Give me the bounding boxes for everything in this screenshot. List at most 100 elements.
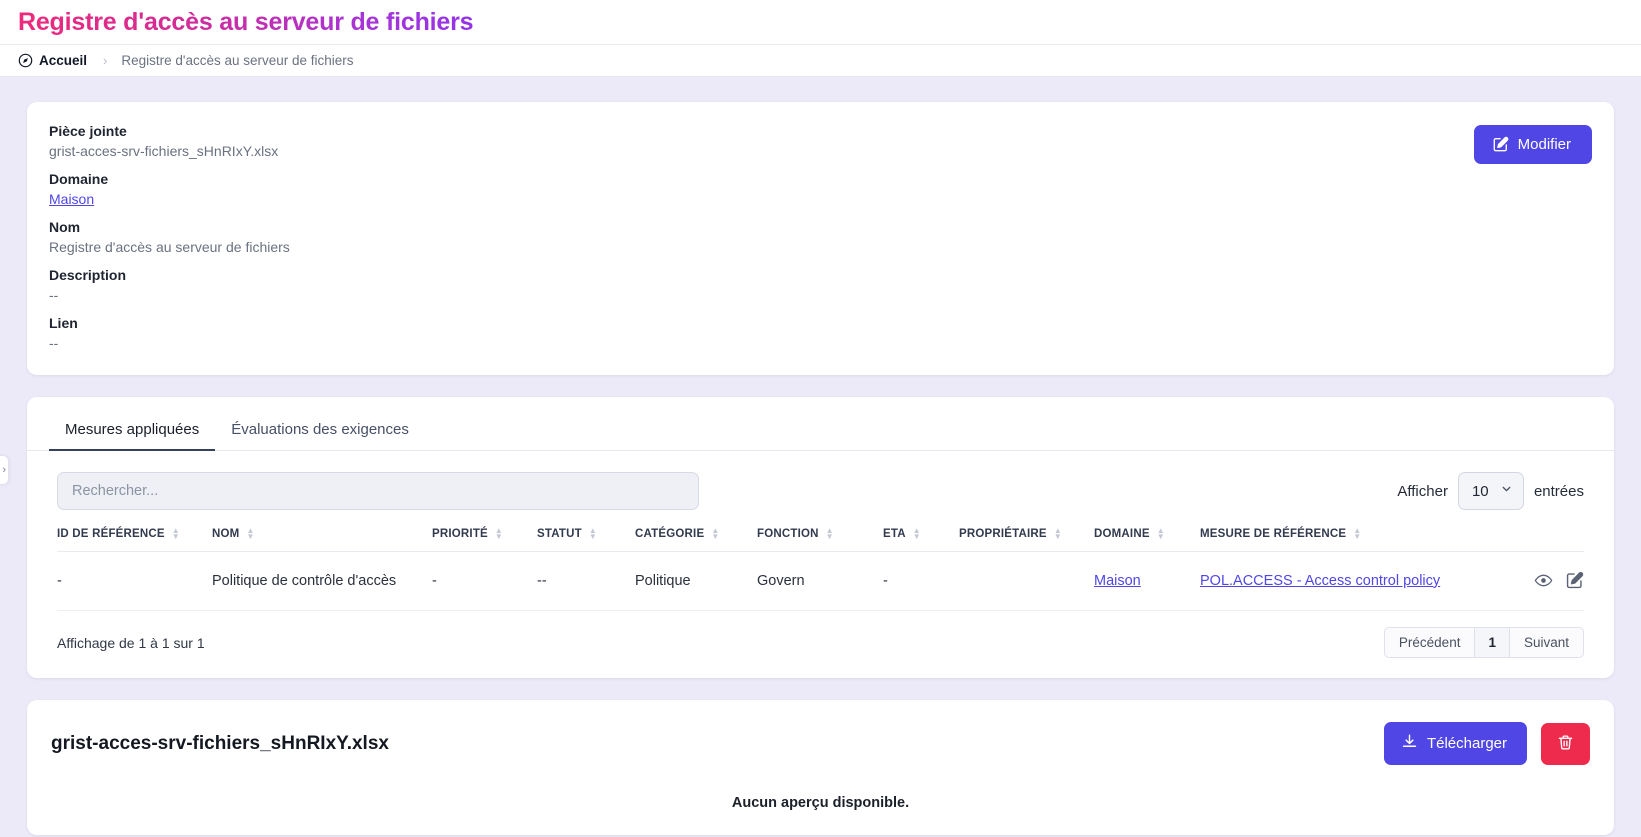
col-categorie[interactable]: CATÉGORIE ▲ ▼	[635, 526, 757, 552]
chevron-right-icon: ›	[2, 464, 6, 476]
cell-mesure-de-reference: POL.ACCESS - Access control policy	[1200, 551, 1518, 611]
cell-nom: Politique de contrôle d'accès	[212, 551, 432, 611]
column-label: CATÉGORIE	[635, 528, 705, 540]
cell-priorite: -	[432, 551, 537, 611]
entries-suffix-label: entrées	[1533, 482, 1584, 500]
column-label: PROPRIÉTAIRE	[959, 528, 1047, 540]
download-button-label: Télécharger	[1426, 735, 1507, 752]
field-description: Description --	[49, 266, 1474, 305]
pagination-next-button[interactable]: Suivant	[1508, 627, 1584, 658]
field-value: Registre d'accès au serveur de fichiers	[49, 239, 290, 255]
table-head: ID DE RÉFÉRENCE ▲ ▼ NOM ▲ ▼ PRIORITÉ ▲ ▼ STATU…	[57, 526, 1584, 552]
pencil-square-icon	[1492, 136, 1509, 153]
column-label: DOMAINE	[1094, 528, 1150, 540]
field-nom: Nom Registre d'accès au serveur de fichi…	[49, 218, 1474, 257]
cell-proprietaire	[959, 551, 1094, 611]
column-label: STATUT	[537, 528, 582, 540]
sidebar-toggle-handle[interactable]: ›	[0, 455, 9, 485]
edit-button-label: Modifier	[1517, 136, 1571, 153]
column-label: NOM	[212, 528, 240, 540]
pagination-prev-button[interactable]: Précédent	[1383, 627, 1476, 658]
download-button[interactable]: Télécharger	[1383, 722, 1527, 765]
pencil-square-icon[interactable]	[1565, 571, 1584, 590]
field-label: Domaine	[49, 171, 109, 187]
pagination: Précédent 1 Suivant	[1383, 627, 1584, 658]
pagination-page-1-button[interactable]: 1	[1475, 627, 1509, 658]
cell-actions	[1517, 551, 1584, 611]
trash-icon	[1557, 734, 1574, 754]
compass-icon	[18, 53, 33, 68]
breadcrumb-home-link[interactable]: Accueil	[18, 53, 87, 68]
mesure-reference-link[interactable]: POL.ACCESS - Access control policy	[1200, 573, 1440, 589]
preview-file-name: grist-acces-srv-fichiers_sHnRIxY.xlsx	[51, 732, 389, 754]
domaine-link[interactable]: Maison	[1094, 573, 1141, 589]
preview-header: grist-acces-srv-fichiers_sHnRIxY.xlsx Té…	[51, 722, 1590, 765]
sort-icon: ▲ ▼	[912, 526, 921, 541]
detail-field-list: Pièce jointe grist-acces-srv-fichiers_sH…	[49, 122, 1474, 353]
preview-empty-message: Aucun aperçu disponible.	[731, 795, 910, 811]
measures-table: ID DE RÉFÉRENCE ▲ ▼ NOM ▲ ▼ PRIORITÉ ▲ ▼ STATU…	[57, 526, 1584, 611]
field-piece-jointe: Pièce jointe grist-acces-srv-fichiers_sH…	[49, 122, 1474, 161]
col-eta[interactable]: ETA ▲ ▼	[883, 526, 959, 552]
breadcrumb: Accueil › Registre d'accès au serveur de…	[0, 44, 1641, 77]
measures-table-card: Mesures appliquées Évaluations des exige…	[27, 397, 1614, 678]
col-reference-id[interactable]: ID DE RÉFÉRENCE ▲ ▼	[57, 526, 212, 552]
page-header: Registre d'accès au serveur de fichiers	[0, 0, 1641, 44]
field-value: --	[49, 335, 59, 351]
sort-icon: ▲ ▼	[1353, 526, 1362, 541]
table-row: - Politique de contrôle d'accès - -- Pol…	[57, 551, 1584, 611]
eye-icon[interactable]	[1534, 571, 1553, 590]
sort-icon: ▲ ▼	[825, 526, 834, 541]
col-domaine[interactable]: DOMAINE ▲ ▼	[1094, 526, 1200, 552]
col-nom[interactable]: NOM ▲ ▼	[212, 526, 432, 552]
file-preview-card: grist-acces-srv-fichiers_sHnRIxY.xlsx Té…	[27, 700, 1614, 835]
table-header-row: ID DE RÉFÉRENCE ▲ ▼ NOM ▲ ▼ PRIORITÉ ▲ ▼ STATU…	[57, 526, 1584, 552]
tab-label: Évaluations des exigences	[231, 421, 409, 438]
column-label: ID DE RÉFÉRENCE	[57, 528, 165, 540]
delete-button[interactable]	[1541, 722, 1590, 765]
field-label: Nom	[49, 219, 81, 235]
column-label: FONCTION	[757, 528, 819, 540]
column-label: PRIORITÉ	[432, 528, 488, 540]
col-proprietaire[interactable]: PROPRIÉTAIRE ▲ ▼	[959, 526, 1094, 552]
tab-evaluations-des-exigences[interactable]: Évaluations des exigences	[215, 415, 425, 450]
field-domaine: Domaine Maison	[49, 170, 1474, 209]
sort-icon: ▲ ▼	[171, 526, 180, 541]
sort-icon: ▲ ▼	[1156, 526, 1165, 541]
col-fonction[interactable]: FONCTION ▲ ▼	[757, 526, 883, 552]
cell-reference-id: -	[57, 551, 212, 611]
column-label: ETA	[883, 528, 906, 540]
edit-button[interactable]: Modifier	[1473, 125, 1592, 164]
entries-control: Afficher 10 entrées	[1397, 472, 1584, 510]
field-lien: Lien --	[49, 314, 1474, 353]
sort-icon: ▲ ▼	[1053, 526, 1062, 541]
sort-icon: ▲ ▼	[494, 526, 504, 541]
field-label: Description	[49, 267, 127, 283]
col-priorite[interactable]: PRIORITÉ ▲ ▼	[432, 526, 537, 552]
tab-label: Mesures appliquées	[65, 421, 200, 438]
col-statut[interactable]: STATUT ▲ ▼	[537, 526, 635, 552]
field-label: Pièce jointe	[49, 123, 127, 139]
field-value: --	[49, 287, 59, 303]
entries-show-label: Afficher	[1397, 482, 1448, 500]
entries-select[interactable]: 10	[1457, 472, 1524, 510]
table-footer: Affichage de 1 à 1 sur 1 Précédent 1 Sui…	[27, 611, 1614, 678]
preview-actions: Télécharger	[1383, 722, 1590, 765]
cell-statut: --	[537, 551, 635, 611]
search-input[interactable]	[57, 472, 699, 510]
field-label: Lien	[49, 315, 78, 331]
pagination-info: Affichage de 1 à 1 sur 1	[57, 634, 205, 651]
sort-icon: ▲ ▼	[588, 526, 597, 541]
column-label: MESURE DE RÉFÉRENCE	[1200, 528, 1347, 540]
cell-fonction: Govern	[757, 551, 883, 611]
col-mesure-de-reference[interactable]: MESURE DE RÉFÉRENCE ▲ ▼	[1200, 526, 1518, 552]
col-actions	[1517, 528, 1584, 552]
sort-icon: ▲ ▼	[246, 526, 255, 541]
attachment-detail-card: Pièce jointe grist-acces-srv-fichiers_sH…	[27, 102, 1614, 375]
download-icon	[1401, 733, 1418, 754]
tab-mesures-appliquees[interactable]: Mesures appliquées	[49, 415, 216, 451]
table-body: - Politique de contrôle d'accès - -- Pol…	[57, 551, 1584, 611]
field-value-domaine-link[interactable]: Maison	[49, 189, 1474, 209]
cell-categorie: Politique	[635, 551, 757, 611]
sort-icon: ▲ ▼	[711, 526, 720, 541]
